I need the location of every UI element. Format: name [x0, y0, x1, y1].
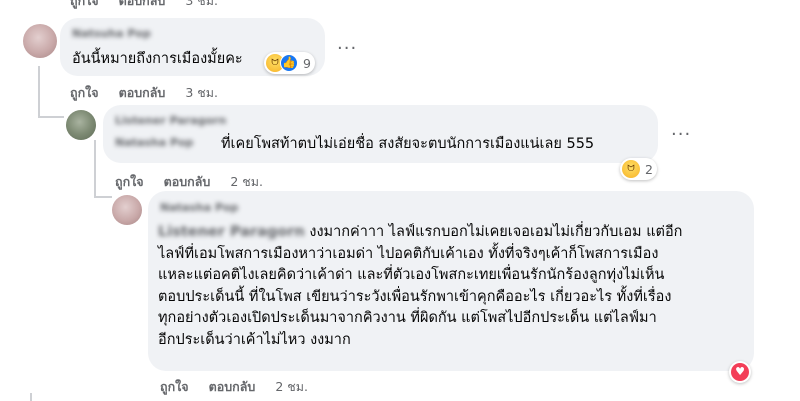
timestamp[interactable]: 3 ชม.	[185, 0, 218, 8]
like-link[interactable]: ถูกใจ	[70, 0, 99, 8]
comment-actions-top: ถูกใจ ตอบกลับ 3 ชม.	[70, 0, 218, 11]
thread-line	[30, 393, 32, 401]
like-link[interactable]: ถูกใจ	[70, 85, 99, 100]
comment-bubble: Listener Paragorn Natasha Pop ที่เคยโพสท…	[103, 105, 658, 163]
comment-actions: ถูกใจ ตอบกลับ 3 ชม.	[70, 83, 218, 103]
reaction-summary[interactable]: ♥	[729, 361, 751, 383]
thread-line	[38, 66, 40, 118]
thread-line	[94, 196, 112, 198]
avatar[interactable]	[23, 24, 57, 58]
comment-author[interactable]: Natasha Pop	[160, 201, 238, 214]
reaction-summary[interactable]: ᗢ 2	[620, 158, 657, 180]
comment-author-tag[interactable]: Natasha Pop	[115, 136, 193, 149]
comment-line: ตอบประเด็นนี้ ที่ในโพส เขียนว่าระวังเพื่…	[158, 288, 672, 305]
avatar[interactable]	[112, 195, 142, 225]
avatar[interactable]	[66, 110, 96, 140]
comment-line: ทุกอย่างตัวเองเปิดประเด็นมาจากคิวงาน ที่…	[158, 310, 657, 326]
reply-link[interactable]: ตอบกลับ	[119, 0, 166, 8]
reaction-count: 2	[645, 161, 653, 177]
reply-link[interactable]: ตอบกลับ	[209, 379, 256, 394]
comment-actions: ถูกใจ ตอบกลับ 2 ชม.	[115, 172, 263, 192]
reply-link[interactable]: ตอบกลับ	[119, 85, 166, 100]
like-icon: 👍	[280, 54, 298, 72]
haha-icon: ᗢ	[622, 160, 640, 178]
timestamp[interactable]: 2 ชม.	[230, 174, 263, 189]
comment-line: อีกประเด็นว่าเค้าไม่ไหว งงมาก	[158, 331, 351, 348]
thread-line	[38, 116, 64, 118]
comment-author[interactable]: Listener Paragorn	[115, 114, 226, 127]
comment-author[interactable]: Natsuha Pop	[72, 27, 151, 40]
more-options-icon[interactable]: ···	[671, 126, 691, 144]
comment-text: อันนี้หมายถึงการเมืองมั้ยคะ	[72, 51, 243, 67]
comment-text: ที่เคยโพสท้าตบไม่เอ่ยชื่อ สงสัยจะตบนักกา…	[221, 136, 595, 152]
comment-line: งงมากค่าาา ไลฟ์แรกบอกไม่เคยเจอเอมไม่เกี่…	[309, 224, 683, 240]
timestamp[interactable]: 2 ชม.	[275, 379, 308, 394]
comment-author-tag[interactable]: Listener Paragorn	[158, 222, 305, 244]
comment-text: Listener Paragorn งงมากค่าาา ไลฟ์แรกบอกไ…	[158, 222, 682, 351]
timestamp[interactable]: 3 ชม.	[185, 85, 218, 100]
comment-line: ไลฟ์ที่เอมโพสการเมืองหาว่าเอมด่า ไปอคติก…	[158, 245, 659, 262]
love-icon: ♥	[731, 363, 749, 381]
comment-line: แหละแต่อคติไงเลยคิดว่าเค้าด่า และที่ตัวเ…	[158, 267, 665, 283]
comment-actions: ถูกใจ ตอบกลับ 2 ชม.	[160, 377, 308, 397]
reply-link[interactable]: ตอบกลับ	[164, 174, 211, 189]
thread-line	[94, 140, 96, 198]
reaction-summary[interactable]: ᗢ 👍 9	[264, 52, 315, 74]
like-link[interactable]: ถูกใจ	[115, 174, 144, 189]
more-options-icon[interactable]: ···	[337, 40, 357, 58]
comment-bubble: Natasha Pop Listener Paragorn งงมากค่าาา…	[148, 191, 754, 371]
reaction-count: 9	[303, 55, 311, 71]
like-link[interactable]: ถูกใจ	[160, 379, 189, 394]
